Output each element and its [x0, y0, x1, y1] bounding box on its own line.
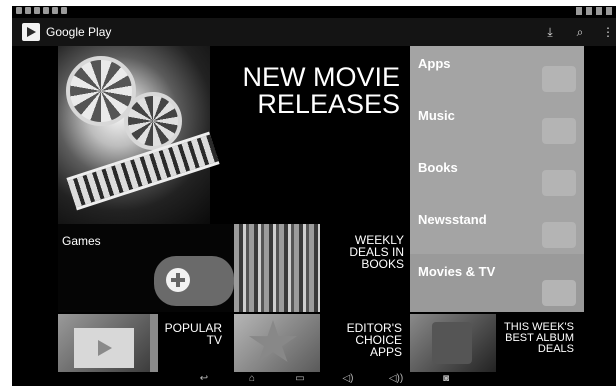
apps-label-line3: APPS: [369, 345, 402, 359]
notification-icon: [16, 7, 22, 14]
action-bar: Google Play ⤓ ⌕ ⋮: [12, 18, 616, 46]
play-icon: [74, 328, 134, 368]
new-movie-releases-tile[interactable]: NEW MOVIE RELEASES: [58, 46, 410, 224]
books-shelf-image[interactable]: [234, 224, 320, 312]
notification-icon: [43, 7, 49, 14]
back-icon[interactable]: ↩: [194, 373, 214, 385]
battery-icon: [606, 7, 612, 15]
star-icon: [249, 320, 297, 362]
gamepad-icon: [154, 256, 234, 306]
album-label-line3: DEALS: [537, 343, 574, 355]
nav-item-books[interactable]: Books: [410, 150, 584, 202]
books-label-line3: BOOKS: [361, 257, 404, 271]
hero-title-line2: RELEASES: [257, 89, 400, 119]
nav-item-newsstand[interactable]: Newsstand: [410, 202, 584, 254]
music-album-icon: [432, 322, 472, 364]
android-icon: [542, 66, 576, 92]
album-image: [410, 314, 496, 372]
tv-image: [58, 314, 158, 372]
popular-tv-tile[interactable]: POPULAR TV: [58, 312, 234, 372]
overflow-menu-icon[interactable]: ⋮: [600, 24, 616, 40]
games-label: Games: [62, 234, 101, 248]
wifi-icon: [596, 7, 602, 15]
best-album-deals-label: THIS WEEK'S BEST ALBUM DEALS: [504, 322, 574, 355]
search-icon[interactable]: ⌕: [572, 24, 588, 40]
newspaper-icon: [542, 222, 576, 248]
headphones-icon: [542, 118, 576, 144]
alarm-icon: [586, 7, 592, 15]
nav-item-music[interactable]: Music: [410, 98, 584, 150]
editors-choice-label: EDITOR'S CHOICE APPS: [347, 322, 402, 358]
volume-up-icon[interactable]: ◁)): [386, 373, 406, 385]
app-title: Google Play: [46, 25, 112, 39]
film-icon: [542, 280, 576, 306]
system-nav-bar: ↩ ⌂ ▭ ◁) ◁)) ◙: [12, 372, 616, 386]
weekly-deals-books-label: WEEKLY DEALS IN BOOKS: [349, 234, 404, 270]
nav-item-label: Newsstand: [418, 212, 487, 227]
nav-item-label: Movies & TV: [418, 264, 496, 279]
bluetooth-icon: [576, 7, 582, 15]
film-reel-icon: [124, 92, 182, 150]
best-album-deals-tile[interactable]: THIS WEEK'S BEST ALBUM DEALS: [410, 312, 584, 372]
hero-title: NEW MOVIE RELEASES: [242, 64, 400, 118]
status-bar: [12, 6, 616, 18]
weekly-deals-books-tile[interactable]: WEEKLY DEALS IN BOOKS: [320, 224, 410, 312]
nav-item-label: Books: [418, 160, 458, 175]
system-icons: [576, 7, 612, 15]
device-screen: Google Play ⤓ ⌕ ⋮ NEW MOVIE RELEASES App…: [12, 6, 616, 386]
film-reel-image: [58, 46, 220, 224]
open-book-icon: [542, 170, 576, 196]
volume-down-icon[interactable]: ◁): [338, 373, 358, 385]
nav-item-movies-tv[interactable]: Movies & TV: [410, 254, 584, 312]
nav-item-label: Music: [418, 108, 455, 123]
notification-icon: [61, 7, 67, 14]
home-icon[interactable]: ⌂: [242, 373, 262, 385]
games-tile[interactable]: Games: [58, 224, 234, 312]
hero-title-line1: NEW MOVIE: [242, 62, 400, 92]
download-icon[interactable]: ⤓: [542, 24, 558, 40]
editors-choice-image: [234, 314, 320, 372]
notification-icons: [16, 7, 67, 14]
play-store-logo-icon[interactable]: [22, 23, 40, 41]
nav-item-label: Apps: [418, 56, 451, 71]
category-nav-panel: Apps Music Books Newsstand Movies & TV: [410, 46, 584, 312]
notification-icon: [52, 7, 58, 14]
popular-tv-label: POPULAR TV: [165, 322, 222, 346]
nav-item-apps[interactable]: Apps: [410, 46, 584, 98]
notification-icon: [34, 7, 40, 14]
editors-choice-apps-tile[interactable]: EDITOR'S CHOICE APPS: [234, 312, 410, 372]
notification-icon: [25, 7, 31, 14]
screenshot-icon[interactable]: ◙: [436, 373, 456, 385]
recent-apps-icon[interactable]: ▭: [290, 373, 310, 385]
tv-label-line2: TV: [206, 333, 222, 347]
dpad-icon: [166, 268, 190, 292]
